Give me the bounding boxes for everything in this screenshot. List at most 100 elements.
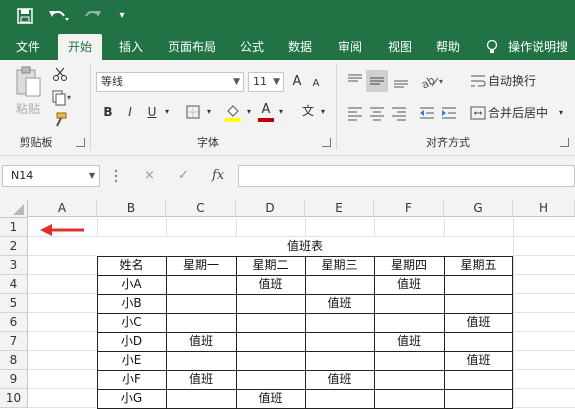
name-cell[interactable]: 小C — [97, 313, 166, 332]
paste-icon[interactable] — [14, 66, 42, 100]
tab-home[interactable]: 开始 — [58, 34, 102, 60]
duty-cell[interactable] — [305, 389, 374, 408]
duty-cell[interactable] — [166, 294, 236, 313]
duty-cell[interactable]: 值班 — [444, 351, 513, 370]
table-header-cell[interactable]: 星期五 — [444, 256, 513, 275]
align-bottom-icon[interactable] — [392, 72, 410, 90]
font-color-button[interactable]: A — [258, 101, 274, 123]
duty-cell[interactable] — [236, 351, 305, 370]
name-cell[interactable]: 小E — [97, 351, 166, 370]
duty-cell[interactable]: 值班 — [305, 294, 374, 313]
undo-icon[interactable] — [46, 5, 72, 27]
tab-file[interactable]: 文件 — [8, 34, 48, 60]
bold-button[interactable]: B — [100, 103, 116, 121]
column-header-c[interactable]: C — [166, 200, 236, 217]
name-cell[interactable]: 小B — [97, 294, 166, 313]
duty-cell[interactable] — [236, 332, 305, 351]
duty-cell[interactable] — [444, 332, 513, 351]
clipboard-launcher-icon[interactable] — [76, 138, 85, 147]
duty-cell[interactable]: 值班 — [166, 332, 236, 351]
duty-cell[interactable]: 值班 — [236, 389, 305, 408]
column-header-g[interactable]: G — [444, 200, 513, 217]
font-name-select[interactable]: 等线 ▼ — [96, 72, 244, 92]
row-header-7[interactable]: 7 — [0, 332, 28, 351]
align-left-icon[interactable] — [346, 104, 364, 122]
merge-center-dropdown-icon[interactable]: ▾ — [556, 104, 566, 122]
column-header-e[interactable]: E — [305, 200, 374, 217]
align-middle-icon[interactable] — [366, 70, 388, 92]
name-cell[interactable]: 小G — [97, 389, 166, 408]
duty-cell[interactable] — [444, 275, 513, 294]
row-header-5[interactable]: 5 — [0, 294, 28, 313]
save-icon[interactable] — [14, 5, 36, 27]
table-header-cell[interactable]: 星期二 — [236, 256, 305, 275]
duty-cell[interactable]: 值班 — [374, 275, 444, 294]
align-center-icon[interactable] — [368, 104, 386, 122]
duty-cell[interactable] — [166, 275, 236, 294]
row-header-4[interactable]: 4 — [0, 275, 28, 294]
table-header-cell[interactable]: 星期三 — [305, 256, 374, 275]
duty-cell[interactable] — [305, 351, 374, 370]
duty-cell[interactable]: 值班 — [236, 275, 305, 294]
customize-qat-icon[interactable]: ▾ — [116, 5, 128, 27]
tab-review[interactable]: 审阅 — [330, 34, 370, 60]
column-header-f[interactable]: F — [374, 200, 444, 217]
select-all-button[interactable] — [0, 200, 28, 218]
tab-help[interactable]: 帮助 — [428, 34, 468, 60]
table-header-cell[interactable]: 星期四 — [374, 256, 444, 275]
row-header-9[interactable]: 9 — [0, 370, 28, 389]
paste-button-label[interactable]: 粘贴 — [8, 100, 48, 118]
orientation-icon[interactable]: ab ▾ — [419, 72, 446, 91]
tab-view[interactable]: 视图 — [380, 34, 420, 60]
phonetic-dropdown-icon[interactable]: ▾ — [318, 103, 328, 121]
name-cell[interactable]: 小A — [97, 275, 166, 294]
name-cell[interactable]: 小F — [97, 370, 166, 389]
borders-icon[interactable] — [186, 105, 202, 121]
decrease-indent-icon[interactable] — [418, 104, 436, 122]
duty-cell[interactable] — [444, 370, 513, 389]
increase-indent-icon[interactable] — [440, 104, 458, 122]
tab-page-layout[interactable]: 页面布局 — [160, 34, 224, 60]
align-top-icon[interactable] — [346, 72, 364, 90]
font-launcher-icon[interactable] — [322, 138, 331, 147]
duty-cell[interactable] — [236, 370, 305, 389]
font-size-select[interactable]: 11 ▼ — [248, 72, 284, 92]
name-box[interactable]: N14 ▼ — [2, 165, 100, 187]
column-header-a[interactable]: A — [28, 200, 97, 217]
duty-cell[interactable] — [374, 351, 444, 370]
copy-icon[interactable]: ▾ — [52, 90, 74, 106]
sheet-title[interactable]: 值班表 — [97, 237, 513, 256]
cancel-icon[interactable]: × — [144, 168, 155, 183]
table-header-cell[interactable]: 姓名 — [97, 256, 166, 275]
duty-cell[interactable] — [374, 389, 444, 408]
fill-color-icon[interactable] — [224, 103, 242, 123]
wrap-text-icon[interactable] — [470, 73, 486, 89]
name-cell[interactable]: 小D — [97, 332, 166, 351]
fill-color-dropdown-icon[interactable]: ▾ — [244, 103, 254, 121]
duty-cell[interactable] — [166, 389, 236, 408]
row-header-10[interactable]: 10 — [0, 389, 28, 408]
cut-icon[interactable] — [52, 66, 68, 82]
row-header-2[interactable]: 2 — [0, 237, 28, 256]
alignment-launcher-icon[interactable] — [560, 138, 569, 147]
column-header-h[interactable]: H — [513, 200, 575, 217]
duty-cell[interactable]: 值班 — [305, 370, 374, 389]
duty-cell[interactable] — [444, 389, 513, 408]
merge-center-button[interactable]: 合并后居中 — [488, 104, 554, 122]
column-header-b[interactable]: B — [97, 200, 166, 217]
duty-cell[interactable] — [374, 313, 444, 332]
dots-icon[interactable] — [114, 168, 118, 184]
duty-cell[interactable] — [374, 294, 444, 313]
align-right-icon[interactable] — [390, 104, 408, 122]
merge-center-icon[interactable] — [470, 105, 486, 121]
tab-data[interactable]: 数据 — [280, 34, 320, 60]
row-header-3[interactable]: 3 — [0, 256, 28, 275]
shrink-font-button[interactable]: A — [310, 75, 322, 93]
tell-me-search[interactable]: 操作说明搜 — [508, 34, 575, 60]
duty-cell[interactable] — [305, 332, 374, 351]
duty-cell[interactable]: 值班 — [444, 313, 513, 332]
underline-dropdown-icon[interactable]: ▾ — [162, 103, 172, 121]
duty-cell[interactable] — [236, 313, 305, 332]
insert-function-icon[interactable]: fx — [212, 168, 224, 183]
wrap-text-button[interactable]: 自动换行 — [488, 72, 544, 90]
